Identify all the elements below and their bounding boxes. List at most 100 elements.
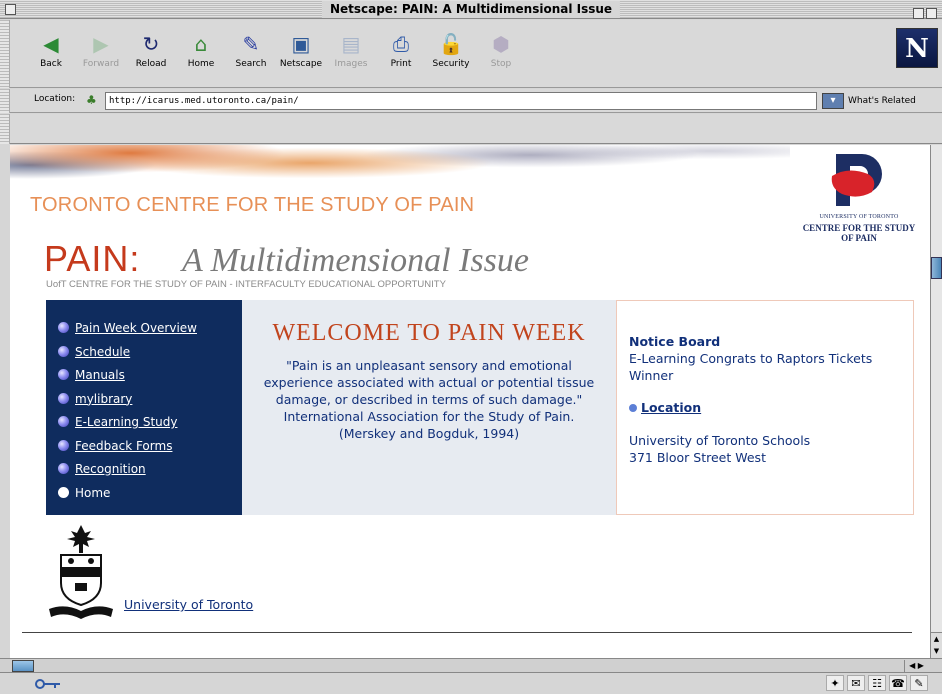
welcome-citation: (Merskey and Bogduk, 1994) [338,426,520,441]
whats-related-label: What's Related [848,96,916,106]
page-content: TORONTO CENTRE FOR THE STUDY OF PAIN UNI… [10,145,930,658]
home-icon: ⌂ [194,32,208,56]
nav-bullet-icon [58,416,69,427]
search-button[interactable]: ✎ Search [226,30,276,80]
nav-item-mylibrary[interactable]: mylibrary [46,392,242,416]
nav-item-label: mylibrary [75,391,133,406]
navigation-toolbar: ◀ Back ▶ Forward ↻ Reload ⌂ Home ✎ Search ▣ Netscap… [0,20,942,88]
location-label: Location: [34,94,76,104]
location-bullet-icon [629,404,637,412]
toolbar-buttons: ◀ Back ▶ Forward ↻ Reload ⌂ Home ✎ Search ▣ Netscap… [26,30,526,80]
print-button[interactable]: ⎙ Print [376,30,426,80]
nav-item-manuals[interactable]: Manuals [46,368,242,392]
nav-item-label: Schedule [75,344,131,359]
nav-bullet-icon [58,486,69,498]
netscape-throbber-logo[interactable]: N [896,28,938,68]
logo-centre-text: CENTRE FOR THE STUDY OF PAIN [802,223,916,243]
collapse-box[interactable] [926,8,937,19]
nav-item-label: Recognition [75,462,146,476]
personal-toolbar [0,114,942,144]
nav-item-home[interactable]: Home [46,486,242,510]
address-book-icon[interactable]: ☎ [889,675,907,691]
images-icon: ▤ [341,32,361,56]
netscape-icon: ▣ [291,32,311,56]
security-key-icon[interactable] [34,678,62,690]
window-title: Netscape: PAIN: A Multidimensional Issue [321,1,621,18]
nav-item-label: Feedback Forms [75,438,173,453]
pain-tagline: UofT CENTRE FOR THE STUDY OF PAIN - INTE… [46,279,446,290]
component-bar: ✦ ✉ ☷ ☎ ✎ [826,675,928,693]
nav-bullet-icon [58,369,69,380]
location-collapse-tab[interactable] [0,89,10,113]
nav-item-schedule[interactable]: Schedule [46,345,242,369]
whats-related-button[interactable]: ▾ What's Related [822,91,940,111]
whats-related-icon: ▾ [822,93,844,109]
nav-item-label: E-Learning Study [75,415,178,429]
stop-button[interactable]: ⬢ Stop [476,30,526,80]
centre-logo: UNIVERSITY OF TORONTO CENTRE FOR THE STU… [788,150,928,250]
logo-university-text: UNIVERSITY OF TORONTO [819,214,899,220]
home-button[interactable]: ⌂ Home [176,30,226,80]
forward-button-label: Forward [82,59,120,69]
zoom-collapse-boxes[interactable] [911,4,937,19]
horizontal-scrollbar[interactable]: ◀ ▶ [0,658,942,672]
composer-icon[interactable]: ✎ [910,675,928,691]
back-button[interactable]: ◀ Back [26,30,76,80]
welcome-panel: WELCOME TO PAIN WEEK "Pain is an unpleas… [242,300,616,515]
toolbar-collapse-tab[interactable] [0,20,10,88]
zoom-box[interactable] [913,8,924,19]
home-button-label: Home [187,59,215,69]
vertical-scroll-thumb[interactable] [931,257,942,279]
pain-heading: PAIN: [44,238,141,279]
horizontal-rule [22,632,912,633]
vertical-scroll-arrows[interactable]: ▲ ▼ [931,632,942,658]
centre-title: TORONTO CENTRE FOR THE STUDY OF PAIN [30,194,475,216]
nav-item-e-learning-study[interactable]: E-Learning Study [46,415,242,439]
stop-icon: ⬢ [492,32,510,56]
horizontal-scroll-arrows[interactable]: ◀ ▶ [904,660,928,672]
url-field[interactable] [105,92,817,110]
personal-toolbar-collapse-tab[interactable] [0,114,10,144]
nav-bullet-icon [58,439,69,451]
print-button-label: Print [390,59,412,69]
nav-item-label: Home [75,485,111,500]
side-navigation: Pain Week Overview Schedule Manuals mylibra… [46,300,242,515]
reload-button-label: Reload [135,59,167,69]
images-button-label: Images [334,59,368,69]
nav-bullet-icon [58,463,69,474]
close-box[interactable] [5,4,16,15]
university-of-toronto-link[interactable]: University of Toronto [124,597,253,612]
horizontal-scroll-thumb[interactable] [12,660,34,672]
title-bar[interactable]: Netscape: PAIN: A Multidimensional Issue [0,0,942,19]
reload-icon: ↻ [142,32,160,56]
notice-heading: Notice Board [629,334,721,349]
security-lock-icon: 🔓 [438,32,464,56]
address-line-1: University of Toronto Schools [629,433,811,448]
nav-item-label: Manuals [75,368,125,382]
page-proxy-icon[interactable]: ♣ [86,92,102,108]
browser-window: Netscape: PAIN: A Multidimensional Issue… [0,0,942,694]
stop-button-label: Stop [490,59,512,69]
back-arrow-icon: ◀ [43,32,59,56]
print-icon: ⎙ [393,32,409,56]
netscape-button[interactable]: ▣ Netscape [276,30,326,80]
images-button[interactable]: ▤ Images [326,30,376,80]
netscape-button-label: Netscape [279,59,323,69]
reload-button[interactable]: ↻ Reload [126,30,176,80]
nav-item-feedback-forms[interactable]: Feedback Forms [46,439,242,463]
nav-item-pain-week-overview[interactable]: Pain Week Overview [46,321,242,345]
nav-bullet-icon [58,345,69,357]
security-button-label: Security [432,59,470,69]
security-button[interactable]: 🔓 Security [426,30,476,80]
forward-button[interactable]: ▶ Forward [76,30,126,80]
vertical-scrollbar[interactable]: ▲ ▼ [930,145,942,658]
navigator-icon[interactable]: ✦ [826,675,844,691]
status-bar: ✦ ✉ ☷ ☎ ✎ [0,672,942,694]
welcome-quote: "Pain is an unpleasant sensory and emoti… [263,358,595,424]
search-button-label: Search [235,59,267,69]
location-link[interactable]: Location [629,399,913,416]
location-toolbar: Location: ♣ ▾ What's Related [0,89,942,113]
newsgroups-icon[interactable]: ☷ [868,675,886,691]
mail-icon[interactable]: ✉ [847,675,865,691]
nav-item-recognition[interactable]: Recognition [46,462,242,486]
